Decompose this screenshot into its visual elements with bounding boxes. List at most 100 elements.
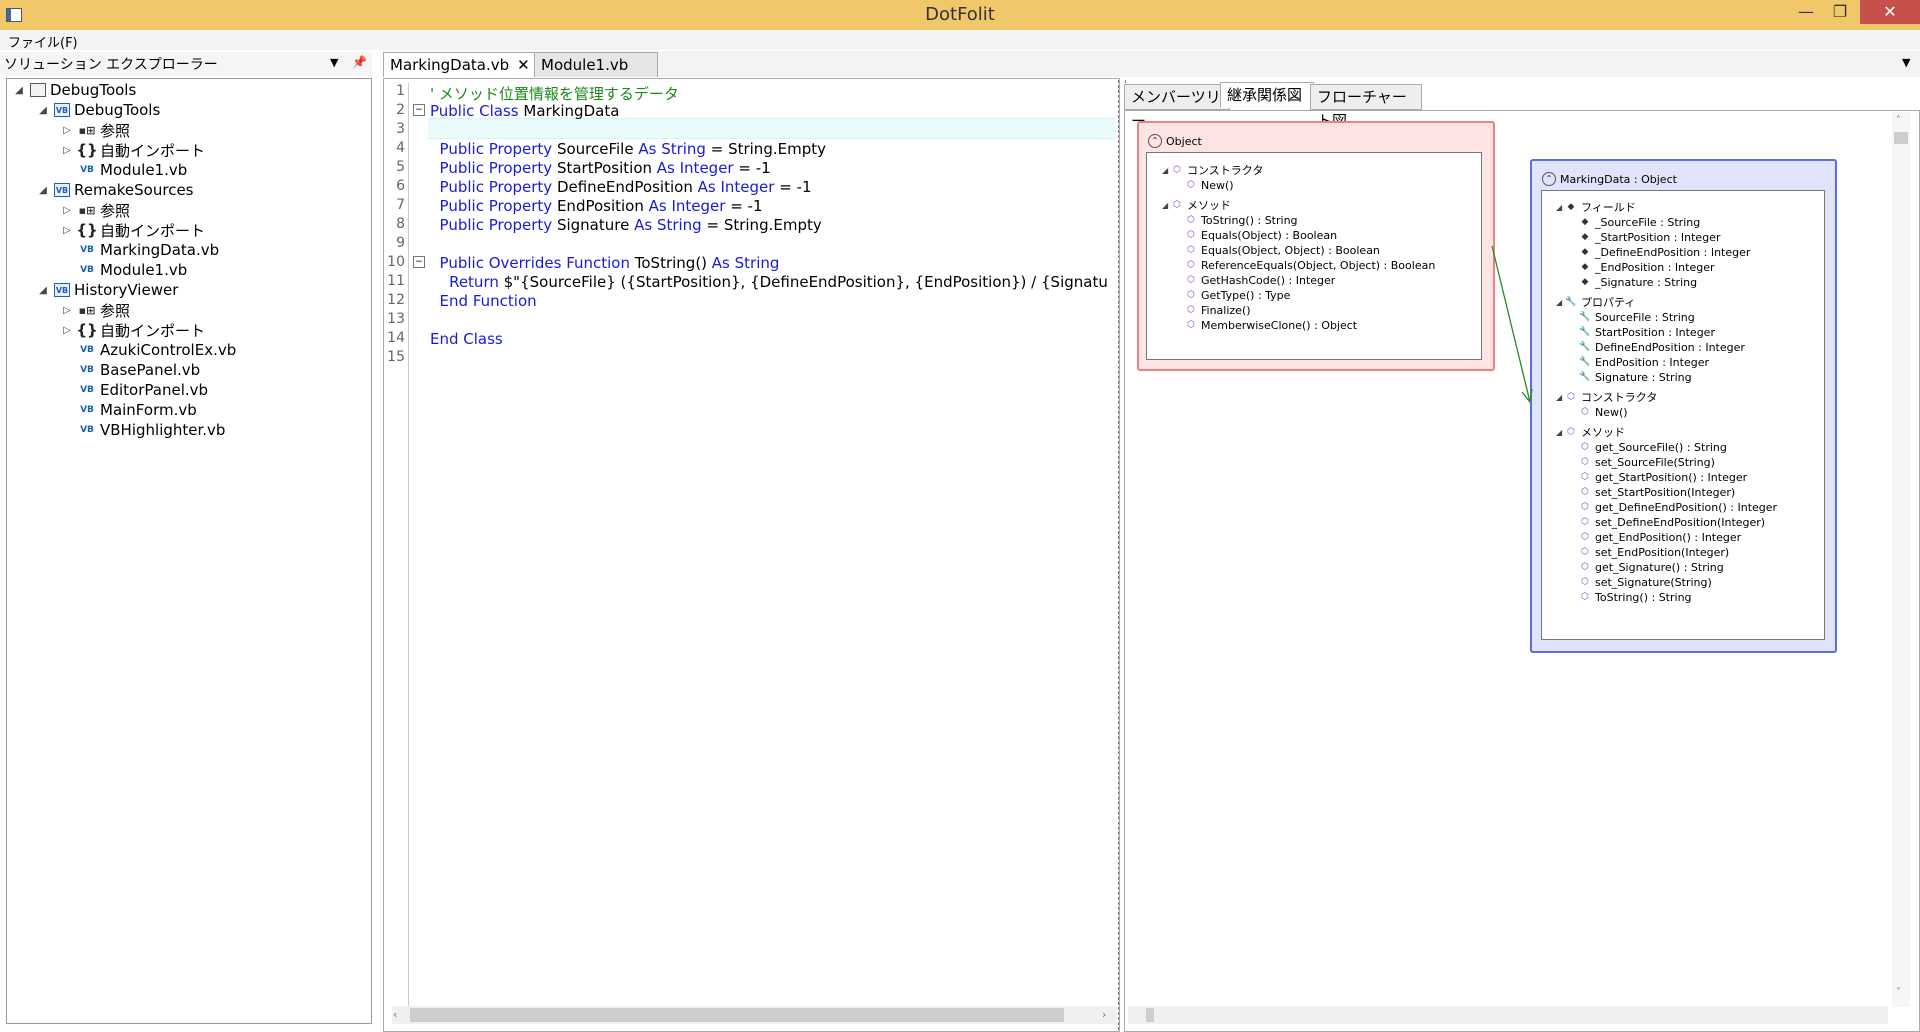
member-group[interactable]: ◢ ⬡ コンストラクタ: [1556, 390, 1657, 404]
tree-item[interactable]: VB VBHighlighter.vb: [60, 420, 225, 440]
close-icon[interactable]: ✕: [517, 56, 530, 74]
maximize-button[interactable]: ❐: [1818, 0, 1862, 24]
tree-item[interactable]: ◢ DebugTools: [12, 80, 136, 100]
tree-item[interactable]: ◢ VB DebugTools: [36, 100, 160, 120]
tab-flowchart[interactable]: フローチャート図: [1310, 84, 1422, 130]
member-item[interactable]: ◆ _SourceFile : String: [1580, 215, 1701, 229]
member-item[interactable]: ⬡ set_Signature(String): [1580, 575, 1712, 589]
expander-icon[interactable]: ▷: [60, 205, 74, 216]
editor-scroll-thumb[interactable]: [410, 1008, 1064, 1022]
member-item[interactable]: ⬡ ReferenceEquals(Object, Object) : Boole…: [1186, 258, 1435, 272]
member-item[interactable]: ⬡ New(): [1580, 405, 1628, 419]
tree-item[interactable]: VB BasePanel.vb: [60, 360, 200, 380]
menu-file[interactable]: ファイル(F): [8, 32, 78, 51]
expander-icon[interactable]: ◢: [12, 85, 26, 96]
tree-item[interactable]: ◢ VB RemakeSources: [36, 180, 193, 200]
scroll-left-icon[interactable]: ‹: [393, 1008, 397, 1021]
tree-item[interactable]: ▷{} 自動インポート: [60, 220, 205, 240]
member-item[interactable]: ⬡ get_EndPosition() : Integer: [1580, 530, 1741, 544]
member-item[interactable]: ⬡ GetHashCode() : Integer: [1186, 273, 1335, 287]
tree-item[interactable]: ▷ ▪⊞ 参照: [60, 200, 130, 220]
expander-icon[interactable]: ▷: [60, 125, 74, 136]
tree-item[interactable]: VB EditorPanel.vb: [60, 380, 208, 400]
expander-icon[interactable]: ◢: [36, 185, 50, 196]
member-item[interactable]: ⬡ ToString() : String: [1580, 590, 1691, 604]
member-item[interactable]: ⬡ Finalize(): [1186, 303, 1250, 317]
tree-item[interactable]: VB Module1.vb: [60, 160, 187, 180]
pin-icon[interactable]: 📌: [352, 55, 367, 69]
expander-icon[interactable]: ◢: [36, 105, 50, 116]
scroll-down-icon[interactable]: ˅: [1896, 987, 1901, 998]
expander-icon[interactable]: ▷: [60, 325, 74, 336]
member-item[interactable]: ⬡ set_SourceFile(String): [1580, 455, 1715, 469]
member-item[interactable]: 🔧 DefineEndPosition : Integer: [1579, 340, 1745, 354]
member-item[interactable]: ⬡ get_DefineEndPosition() : Integer: [1580, 500, 1777, 514]
collapse-icon[interactable]: ⌃: [1148, 134, 1162, 148]
member-item[interactable]: ⬡ MemberwiseClone() : Object: [1186, 318, 1357, 332]
tree-item[interactable]: ▷ ▪⊞ 参照: [60, 120, 130, 140]
expander-icon[interactable]: ▷: [60, 305, 74, 316]
expander-icon[interactable]: ◢: [1162, 201, 1172, 210]
member-item[interactable]: ⬡ get_SourceFile() : String: [1580, 440, 1727, 454]
member-item[interactable]: 🔧 EndPosition : Integer: [1579, 355, 1709, 369]
member-item[interactable]: ⬡ New(): [1186, 178, 1234, 192]
member-item[interactable]: ⬡ set_StartPosition(Integer): [1580, 485, 1735, 499]
member-item[interactable]: ⬡ GetType() : Type: [1186, 288, 1290, 302]
member-group[interactable]: ◢ ⬡ メソッド: [1162, 198, 1231, 212]
tree-item[interactable]: VB Module1.vb: [60, 260, 187, 280]
member-item[interactable]: 🔧 Signature : String: [1579, 370, 1691, 384]
collapse-icon[interactable]: ⌃: [1542, 172, 1556, 186]
member-item[interactable]: 🔧 SourceFile : String: [1579, 310, 1694, 324]
tree-item[interactable]: ◢ VB HistoryViewer: [36, 280, 178, 300]
diagram-horizontal-scrollbar[interactable]: [1128, 1006, 1888, 1024]
diagram-vscroll-thumb[interactable]: [1894, 132, 1908, 144]
expander-icon[interactable]: ▷: [60, 145, 74, 156]
tab-member-tree[interactable]: メンバーツリー: [1124, 84, 1230, 130]
member-item[interactable]: ⬡ get_Signature() : String: [1580, 560, 1724, 574]
member-group[interactable]: ◢ ⬡ メソッド: [1556, 425, 1625, 439]
tab-markingdata[interactable]: MarkingData.vb ✕: [383, 52, 542, 77]
member-item[interactable]: 🔧 StartPosition : Integer: [1579, 325, 1715, 339]
member-item[interactable]: ⬡ set_DefineEndPosition(Integer): [1580, 515, 1765, 529]
member-item[interactable]: ◆ _StartPosition : Integer: [1580, 230, 1721, 244]
member-item[interactable]: ⬡ ToString() : String: [1186, 213, 1297, 227]
member-item[interactable]: ⬡ Equals(Object, Object) : Boolean: [1186, 243, 1380, 257]
member-item[interactable]: ◆ _EndPosition : Integer: [1580, 260, 1715, 274]
member-group[interactable]: ◢ 🔧 プロパティ: [1556, 295, 1635, 309]
tree-item[interactable]: ▷{} 自動インポート: [60, 140, 205, 160]
fold-icon[interactable]: −: [413, 104, 425, 116]
tabs-dropdown-icon[interactable]: ▼: [1902, 56, 1910, 69]
tab-module1[interactable]: Module1.vb: [534, 52, 658, 77]
expander-icon[interactable]: ◢: [36, 285, 50, 296]
member-item[interactable]: ◆ _DefineEndPosition : Integer: [1580, 245, 1751, 259]
expander-icon[interactable]: ◢: [1162, 166, 1172, 175]
member-item[interactable]: ◆ _Signature : String: [1580, 275, 1698, 289]
expander-icon[interactable]: ▷: [60, 225, 74, 236]
member-item[interactable]: ⬡ Equals(Object) : Boolean: [1186, 228, 1337, 242]
keyword: As: [638, 140, 657, 158]
expander-icon[interactable]: ◢: [1556, 428, 1566, 437]
tab-inheritance-diagram[interactable]: 継承関係図: [1220, 82, 1314, 108]
object-class-header[interactable]: ⌃ Object: [1148, 134, 1202, 148]
tree-item[interactable]: VB MarkingData.vb: [60, 240, 219, 260]
diagram-hscroll-thumb[interactable]: [1146, 1008, 1154, 1022]
tree-item[interactable]: VB AzukiControlEx.vb: [60, 340, 236, 360]
tree-item[interactable]: ▷ ▪⊞ 参照: [60, 300, 130, 320]
close-button[interactable]: ✕: [1860, 0, 1920, 24]
member-item[interactable]: ⬡ set_EndPosition(Integer): [1580, 545, 1729, 559]
chevron-down-icon[interactable]: ▼: [330, 56, 338, 69]
member-item[interactable]: ⬡ get_StartPosition() : Integer: [1580, 470, 1747, 484]
scroll-up-icon[interactable]: ˄: [1896, 115, 1901, 126]
markingdata-class-header[interactable]: ⌃ MarkingData : Object: [1542, 172, 1677, 186]
keyword: As: [648, 197, 667, 215]
tree-item[interactable]: VB MainForm.vb: [60, 400, 197, 420]
scroll-right-icon[interactable]: ›: [1102, 1008, 1106, 1021]
expander-icon[interactable]: ◢: [1556, 393, 1566, 402]
fold-icon[interactable]: −: [413, 256, 425, 268]
member-group[interactable]: ◢ ⬡ コンストラクタ: [1162, 163, 1263, 177]
expander-icon[interactable]: ◢: [1556, 203, 1566, 212]
member-group[interactable]: ◢ ◆ フィールド: [1556, 200, 1636, 214]
tree-item[interactable]: ▷{} 自動インポート: [60, 320, 205, 340]
vb-file-icon: VB: [80, 265, 94, 275]
diagram-vertical-scrollbar[interactable]: [1892, 112, 1910, 1007]
